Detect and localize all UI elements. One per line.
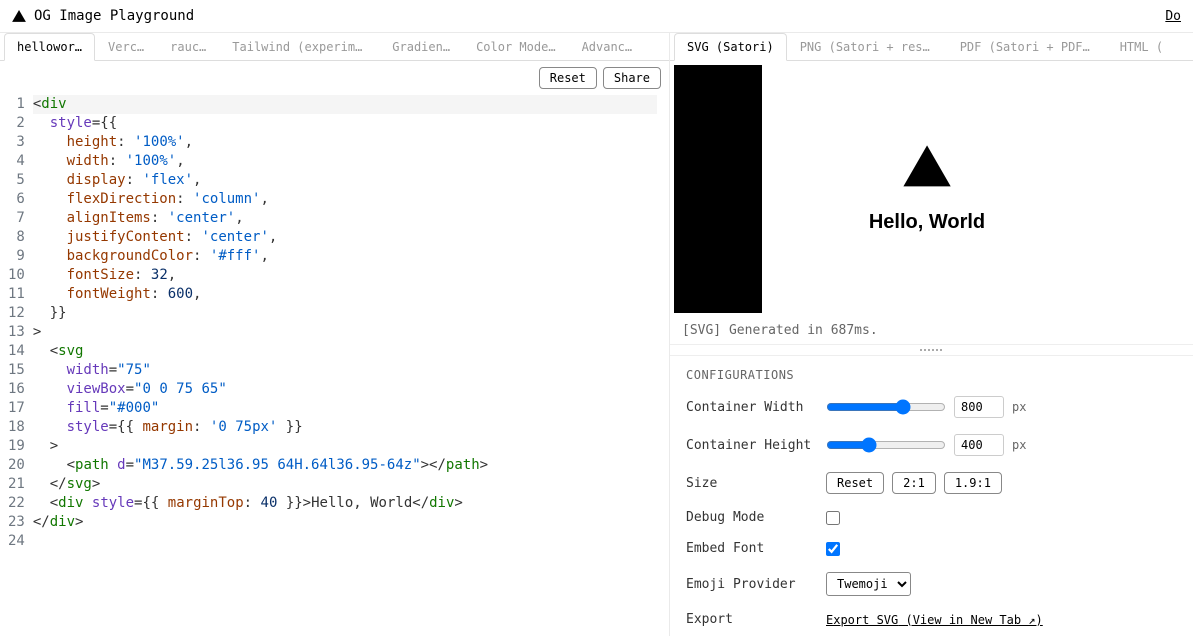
width-input[interactable] (954, 396, 1004, 418)
output-tab-1[interactable]: PNG (Satori + resvg-js) (787, 33, 947, 60)
export-label: Export (686, 612, 826, 627)
width-unit: px (1012, 400, 1026, 414)
example-tab-6[interactable]: Advanc… (569, 33, 646, 60)
config-panel: CONFIGURATIONS Container Width px Contai… (670, 356, 1193, 636)
code-editor[interactable]: 123456789101112131415161718192021222324 … (0, 95, 669, 636)
embed-font-checkbox[interactable] (826, 542, 840, 556)
preview-canvas: Hello, World (762, 65, 1092, 313)
height-slider[interactable] (826, 437, 946, 453)
logo-icon (12, 9, 26, 23)
header: OG Image Playground Do (0, 0, 1193, 33)
example-tab-3[interactable]: Tailwind (experiment… (219, 33, 379, 60)
example-tab-4[interactable]: Gradien… (379, 33, 463, 60)
render-status: [SVG] Generated in 687ms. (670, 317, 1193, 344)
ratio-19-1-button[interactable]: 1.9:1 (944, 472, 1002, 494)
height-input[interactable] (954, 434, 1004, 456)
size-reset-button[interactable]: Reset (826, 472, 884, 494)
preview-text: Hello, World (869, 211, 985, 234)
example-tab-5[interactable]: Color Mode… (463, 33, 568, 60)
output-tabs: SVG (Satori)PNG (Satori + resvg-js)PDF (… (670, 33, 1193, 61)
emoji-label: Emoji Provider (686, 577, 826, 592)
app-title-text: OG Image Playground (34, 8, 194, 24)
editor-pane: hellowor…Verc…rauc…Tailwind (experiment…… (0, 33, 670, 636)
output-tab-2[interactable]: PDF (Satori + PDFKit) (947, 33, 1107, 60)
debug-label: Debug Mode (686, 510, 826, 525)
width-label: Container Width (686, 400, 826, 415)
debug-checkbox[interactable] (826, 511, 840, 525)
height-unit: px (1012, 438, 1026, 452)
preview-pane: SVG (Satori)PNG (Satori + resvg-js)PDF (… (670, 33, 1193, 636)
preview-triangle-icon (903, 145, 951, 187)
output-tab-0[interactable]: SVG (Satori) (674, 33, 787, 61)
share-button[interactable]: Share (603, 67, 661, 89)
width-slider[interactable] (826, 399, 946, 415)
app-title: OG Image Playground (12, 8, 194, 24)
export-svg-link[interactable]: Export SVG (View in New Tab ↗) (826, 613, 1043, 627)
example-tab-2[interactable]: rauc… (157, 33, 219, 60)
example-tabs: hellowor…Verc…rauc…Tailwind (experiment…… (0, 33, 669, 61)
editor-toolbar: Reset Share (0, 61, 669, 95)
height-label: Container Height (686, 438, 826, 453)
size-label: Size (686, 476, 826, 491)
embed-label: Embed Font (686, 541, 826, 556)
preview-sidebar-black (674, 65, 762, 313)
emoji-provider-select[interactable]: Twemoji (826, 572, 911, 596)
reset-button[interactable]: Reset (539, 67, 597, 89)
output-tab-3[interactable]: HTML ( (1107, 33, 1176, 60)
example-tab-0[interactable]: hellowor… (4, 33, 95, 61)
preview-area: Hello, World (670, 61, 1193, 317)
config-heading: CONFIGURATIONS (686, 368, 1177, 382)
ratio-2-1-button[interactable]: 2:1 (892, 472, 936, 494)
example-tab-1[interactable]: Verc… (95, 33, 157, 60)
docs-link[interactable]: Do (1165, 9, 1181, 24)
resize-handle[interactable] (670, 344, 1193, 356)
